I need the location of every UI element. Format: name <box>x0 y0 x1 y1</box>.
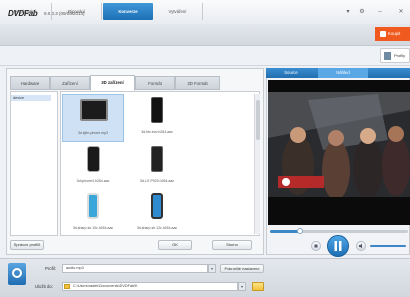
main-nav <box>0 24 410 46</box>
phone-image <box>87 193 99 219</box>
phone-image <box>80 99 108 121</box>
advanced-settings-button[interactable]: Pokročilé nastavení <box>220 264 264 273</box>
tab-source[interactable]: Source <box>266 68 316 78</box>
speaker-icon <box>359 243 362 249</box>
device-item[interactable]: 3d.LG P920.h264.aac <box>126 143 188 191</box>
save-to-label: Uložit do: <box>35 284 53 289</box>
tab-create[interactable]: Vytváření <box>153 3 203 20</box>
tab-3d-devices[interactable]: 3D zařízení <box>90 75 135 91</box>
stop-icon <box>314 244 318 248</box>
device-grid-scrollbar[interactable] <box>254 94 260 234</box>
device-caption: 3d.LG P920.h264.aac <box>139 179 175 183</box>
profile-label: Profil: <box>45 266 56 271</box>
manage-profiles-button[interactable]: Správce profilů <box>10 240 44 250</box>
phone-image <box>87 146 100 172</box>
tab-copy[interactable]: Kopírování <box>0 3 52 20</box>
profiles-button[interactable]: Profily <box>380 48 410 63</box>
tab-rip[interactable]: Ripování <box>52 3 102 20</box>
device-caption: 3d.iphone4.h264.aac <box>76 179 110 183</box>
browse-folder-button[interactable] <box>252 282 264 291</box>
pause-icon <box>334 241 342 251</box>
pause-button[interactable] <box>327 235 349 257</box>
tab-devices[interactable]: Zařízení <box>50 76 90 90</box>
device-caption: 3d.sharp.sh.10c.h264.aac <box>72 226 114 230</box>
cart-icon <box>380 31 386 37</box>
tab-format[interactable]: Formát <box>135 76 175 90</box>
audio-profile-icon <box>8 263 26 285</box>
profiles-button-label: Profily <box>394 53 406 58</box>
video-preview <box>268 80 410 225</box>
stop-button[interactable] <box>311 241 321 251</box>
close-icon[interactable]: ✕ <box>396 8 406 16</box>
menu-dropdown-icon[interactable]: ▾ <box>343 8 353 16</box>
profile-dropdown[interactable]: ▾ <box>208 264 216 273</box>
video-frame <box>268 80 410 225</box>
ok-button[interactable]: OK <box>158 240 192 250</box>
settings-gear-icon[interactable]: ⚙ <box>357 8 367 16</box>
device-caption: 3d.htc.evo.h264.aac <box>141 130 173 134</box>
device-caption: 3d.sharp.sh.12c.h264.aac <box>136 226 178 230</box>
profile-select[interactable]: audio.mp3 <box>62 264 208 273</box>
scroll-thumb[interactable] <box>256 100 260 140</box>
tab-3d-format[interactable]: 3D Formát <box>175 76 220 90</box>
phone-image <box>151 97 163 123</box>
tab-preview[interactable]: Náhled <box>318 68 368 78</box>
phone-image <box>151 146 163 172</box>
save-path-dropdown[interactable]: ▾ <box>238 282 246 291</box>
save-path-field[interactable]: C:\Users\radek\Documents\DVDFab9\ <box>62 282 238 291</box>
phone-image <box>151 193 163 219</box>
brand-list <box>10 91 58 236</box>
device-item[interactable]: 3d.sharp.sh.10c.h264.aac <box>62 190 124 238</box>
seek-bar[interactable] <box>270 230 408 233</box>
device-item[interactable]: 3d.htc.evo.h264.aac <box>126 94 188 142</box>
device-caption: 3d.kjfm-phone.mp3 <box>78 131 108 135</box>
brand-list-item[interactable]: device <box>11 95 51 101</box>
device-item[interactable]: 3d.kjfm-phone.mp3 <box>62 94 124 142</box>
minimize-icon[interactable]: – <box>375 8 385 16</box>
profile-list-icon <box>384 52 391 60</box>
seek-progress <box>270 230 301 233</box>
tab-hardware[interactable]: Hardware <box>10 76 50 90</box>
cancel-button[interactable]: Storno <box>212 240 252 250</box>
tab-convert[interactable]: Konverze <box>103 3 153 20</box>
volume-slider[interactable] <box>370 245 406 247</box>
volume-button[interactable] <box>356 241 366 251</box>
device-item[interactable]: 3d.iphone4.h264.aac <box>62 143 124 191</box>
sub-toolbar <box>0 46 410 66</box>
folder-small-icon <box>64 284 70 289</box>
device-item[interactable]: 3d.sharp.sh.12c.h264.aac <box>126 190 188 238</box>
